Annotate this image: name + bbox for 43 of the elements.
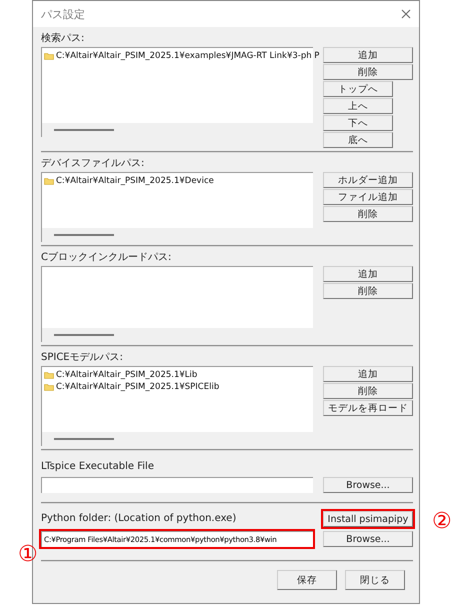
close-icon[interactable]: [401, 9, 411, 19]
path-list[interactable]: [41, 266, 313, 342]
scrollbar-thumb[interactable]: [54, 129, 114, 131]
list-button[interactable]: 削除: [323, 64, 413, 80]
path-item[interactable]: C:¥Altair¥Altair_PSIM_2025.1¥examples¥JMAG-RT Link¥3-ph P: [56, 51, 320, 61]
section-label: Cブロックインクルードパス:: [41, 252, 172, 264]
scrollbar-thumb[interactable]: [54, 438, 114, 440]
path-list[interactable]: C:¥Altair¥Altair_PSIM_2025.1¥Lib C:¥Altair¥Altair_PSIM_2025.1¥SPICElib: [41, 366, 313, 446]
list-button[interactable]: 底へ: [323, 132, 393, 148]
dialog-button[interactable]: 閉じる: [345, 570, 405, 590]
path-list[interactable]: C:¥Altair¥Altair_PSIM_2025.1¥Device: [41, 172, 313, 242]
list-button[interactable]: 上へ: [323, 98, 393, 114]
list-button[interactable]: 削除: [323, 206, 413, 222]
window-title: パス設定: [41, 6, 85, 22]
list-button[interactable]: 追加: [323, 47, 413, 63]
scrollbar-thumb[interactable]: [54, 334, 114, 336]
install-button[interactable]: Install psimapipy: [323, 511, 413, 527]
section-label: SPICEモデルパス:: [41, 352, 124, 364]
path-item[interactable]: C:¥Altair¥Altair_PSIM_2025.1¥Device: [56, 176, 214, 186]
section-label: デバイスファイルパス:: [41, 158, 146, 170]
list-button[interactable]: 削除: [323, 383, 413, 399]
folder-icon: [44, 52, 54, 60]
ltspice-label: LTspice Executable File: [41, 461, 155, 473]
scrollbar-thumb[interactable]: [54, 234, 114, 236]
list-button[interactable]: ホルダー追加: [323, 172, 413, 188]
browse-button[interactable]: Browse...: [323, 477, 413, 493]
path-item[interactable]: C:¥Altair¥Altair_PSIM_2025.1¥SPICElib: [56, 382, 220, 392]
ltspice-path-field[interactable]: [41, 477, 313, 493]
callout-number: ①: [18, 544, 38, 566]
python-label: Python folder: (Location of python.exe): [41, 513, 238, 525]
list-button[interactable]: 削除: [323, 283, 413, 299]
list-button[interactable]: トップへ: [323, 81, 393, 97]
dialog-button[interactable]: 保存: [277, 570, 337, 590]
list-button[interactable]: 追加: [323, 366, 413, 382]
list-button[interactable]: ファイル追加: [323, 189, 413, 205]
list-button[interactable]: 追加: [323, 266, 413, 282]
list-button[interactable]: モデルを再ロード: [323, 400, 413, 416]
section-label: 検索パス:: [41, 33, 86, 45]
list-button[interactable]: 下へ: [323, 115, 393, 131]
browse-button[interactable]: Browse...: [323, 531, 413, 547]
path-item[interactable]: C:¥Altair¥Altair_PSIM_2025.1¥Lib: [56, 370, 198, 380]
callout-number: ②: [432, 511, 452, 533]
folder-icon: [44, 177, 54, 185]
